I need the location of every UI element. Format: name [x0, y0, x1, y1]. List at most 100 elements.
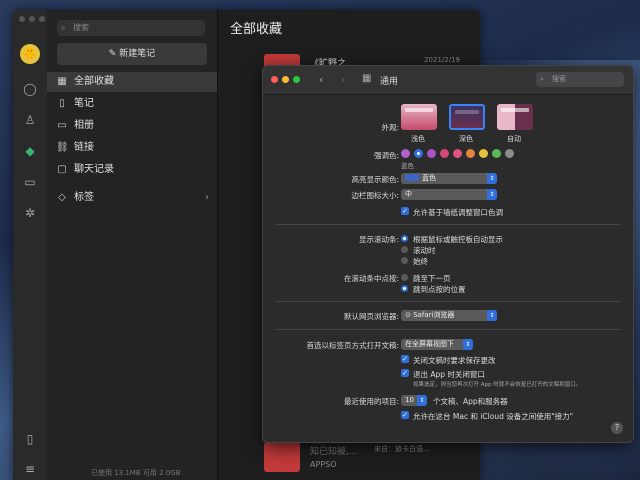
- search-input[interactable]: ⌕ 搜索: [57, 20, 205, 36]
- tag-icon: ◇: [58, 192, 66, 203]
- recent-value: 10: [405, 396, 414, 404]
- avatar[interactable]: 🐥: [20, 44, 40, 64]
- accent-graphite-swatch[interactable]: [505, 149, 514, 158]
- highlight-label: 高亮显示颜色:: [351, 175, 399, 184]
- browser-value: Safari浏览器: [413, 311, 455, 319]
- sidebar-item-notes[interactable]: ▯ 笔记: [47, 94, 217, 114]
- pencil-icon: ✎: [108, 49, 120, 59]
- theme-dark-label: 深色: [459, 135, 473, 143]
- accent-orange-swatch[interactable]: [466, 149, 475, 158]
- scroll-always-label: 始终: [413, 257, 428, 266]
- sidebar-item-chats[interactable]: ▢ 聊天记录: [47, 160, 217, 180]
- sidebar-icon-label: 边栏图标大小:: [351, 191, 399, 200]
- search-icon: ⌕: [540, 75, 544, 83]
- help-button[interactable]: ?: [611, 422, 623, 434]
- theme-light-option[interactable]: [401, 104, 437, 130]
- sidebar-item-all[interactable]: ▦ 全部收藏: [47, 72, 217, 92]
- list-item[interactable]: 知已知被,... 来自：旅卡白语... APPSO: [264, 442, 474, 480]
- minimize-button[interactable]: [29, 16, 35, 22]
- list-item-subtitle: APPSO: [310, 460, 337, 469]
- list-item-title: 知已知被,...: [310, 447, 358, 457]
- jump-next-page-label: 跳至下一页: [413, 274, 451, 283]
- app-rail: 🐥 ◯ ♙ ◆ ▭ ✲ ▯ ≡: [13, 10, 47, 480]
- prefs-search-placeholder: 搜索: [552, 75, 566, 83]
- sidebar-item-photos[interactable]: ▭ 相册: [47, 116, 217, 136]
- recent-label: 最近使用的项目:: [343, 397, 399, 406]
- chat-bubble-icon[interactable]: ◯: [21, 80, 39, 98]
- contacts-icon[interactable]: ♙: [21, 111, 39, 129]
- preferences-window: ‹ › ▦ 通用 ⌕ 搜索 外观: 浅色 深色 自动 强调色: 蓝色 高亮显示颜…: [262, 65, 634, 443]
- chevron-updown-icon: ⇕: [463, 339, 473, 350]
- theme-auto-option[interactable]: [497, 104, 533, 130]
- sidebar-item-tags[interactable]: ◇ 标签 ›: [47, 188, 217, 208]
- close-button[interactable]: [19, 16, 25, 22]
- prefs-minimize-button[interactable]: [282, 76, 289, 83]
- prefs-search-input[interactable]: ⌕ 搜索: [536, 72, 624, 87]
- jump-to-spot-radio[interactable]: [401, 285, 408, 292]
- accent-multicolor-swatch[interactable]: [401, 149, 410, 158]
- highlight-color-select[interactable]: 蓝色 ⇕: [401, 173, 497, 184]
- sidebar-item-label: 标签: [74, 192, 94, 203]
- sidebar-item-label: 链接: [74, 142, 94, 153]
- prefer-tabs-select[interactable]: 在全屏幕视图下 ⇕: [401, 339, 473, 350]
- accent-purple-swatch[interactable]: [427, 149, 436, 158]
- browser-label: 默认网页浏览器:: [343, 312, 399, 321]
- forward-icon[interactable]: ›: [341, 73, 345, 86]
- chevron-updown-icon: ⇕: [487, 189, 497, 200]
- handoff-label: 允许在这台 Mac 和 iCloud 设备之间使用"接力": [413, 412, 574, 421]
- prefs-toolbar: ‹ › ▦ 通用 ⌕ 搜索: [263, 66, 633, 95]
- highlight-swatch: [405, 174, 419, 181]
- show-all-grid-icon[interactable]: ▦: [362, 73, 372, 84]
- scroll-always-radio[interactable]: [401, 257, 408, 264]
- cube-icon[interactable]: ◆: [21, 142, 39, 160]
- chevron-updown-icon: ⇕: [487, 310, 497, 321]
- new-note-label: 新建笔记: [119, 49, 156, 59]
- scroll-auto-label: 根据鼠标或触控板自动显示: [413, 235, 503, 244]
- theme-dark-option[interactable]: [449, 104, 485, 130]
- chevron-right-icon: ›: [205, 192, 209, 203]
- scroll-auto-radio[interactable]: [401, 235, 408, 242]
- handoff-checkbox[interactable]: ✓: [401, 411, 409, 419]
- accent-yellow-swatch[interactable]: [479, 149, 488, 158]
- accent-red-swatch[interactable]: [453, 149, 462, 158]
- chevron-updown-icon: ⇕: [417, 395, 427, 406]
- accent-name: 蓝色: [401, 162, 414, 170]
- divider: [275, 301, 621, 302]
- prefs-zoom-button[interactable]: [293, 76, 300, 83]
- accent-blue-swatch[interactable]: [414, 149, 423, 158]
- click-scroll-label: 在滚动条中点按:: [343, 274, 399, 283]
- jump-next-page-radio[interactable]: [401, 274, 408, 281]
- chevron-updown-icon: ⇕: [487, 173, 497, 184]
- close-windows-label: 退出 App 时关闭窗口: [413, 370, 485, 379]
- window-controls: [19, 16, 45, 22]
- phone-icon[interactable]: ▯: [21, 430, 39, 448]
- zoom-button[interactable]: [39, 16, 45, 22]
- sidebar-item-links[interactable]: ⛓ 链接: [47, 138, 217, 158]
- sidebar-icon-size-select[interactable]: 中 ⇕: [401, 189, 497, 200]
- wallpaper-tint-checkbox[interactable]: ✓: [401, 207, 409, 215]
- link-icon: ⛓: [56, 142, 69, 153]
- accent-pink-swatch[interactable]: [440, 149, 449, 158]
- recent-items-select[interactable]: 10 ⇕: [401, 395, 427, 406]
- theme-auto-label: 自动: [507, 135, 521, 143]
- page-title: 全部收藏: [230, 22, 283, 37]
- aperture-icon[interactable]: ✲: [21, 204, 39, 222]
- storage-status: 已使用 13.1MB 可用 2.0GB: [91, 469, 181, 477]
- close-windows-note: 如果选定，则当您再次打开 App 时就不会恢复已打开的文稿和窗口。: [413, 382, 582, 388]
- accent-green-swatch[interactable]: [492, 149, 501, 158]
- show-scroll-label: 显示滚动条:: [358, 235, 399, 244]
- menu-icon[interactable]: ≡: [21, 460, 39, 478]
- back-icon[interactable]: ‹: [319, 73, 323, 86]
- ask-keep-changes-checkbox[interactable]: ✓: [401, 355, 409, 363]
- scroll-when-scrolling-radio[interactable]: [401, 246, 408, 253]
- new-note-button[interactable]: ✎ 新建笔记: [57, 43, 207, 65]
- chat-icon: ▢: [57, 164, 67, 175]
- grid-icon: ▦: [57, 76, 67, 87]
- prefs-close-button[interactable]: [271, 76, 278, 83]
- default-browser-select[interactable]: ⊙ Safari浏览器 ⇕: [401, 310, 497, 321]
- prefs-title: 通用: [380, 77, 399, 87]
- folder-icon[interactable]: ▭: [21, 173, 39, 191]
- close-windows-checkbox[interactable]: ✓: [401, 369, 409, 377]
- divider: [275, 224, 621, 225]
- tabs-value: 在全屏幕视图下: [405, 340, 454, 348]
